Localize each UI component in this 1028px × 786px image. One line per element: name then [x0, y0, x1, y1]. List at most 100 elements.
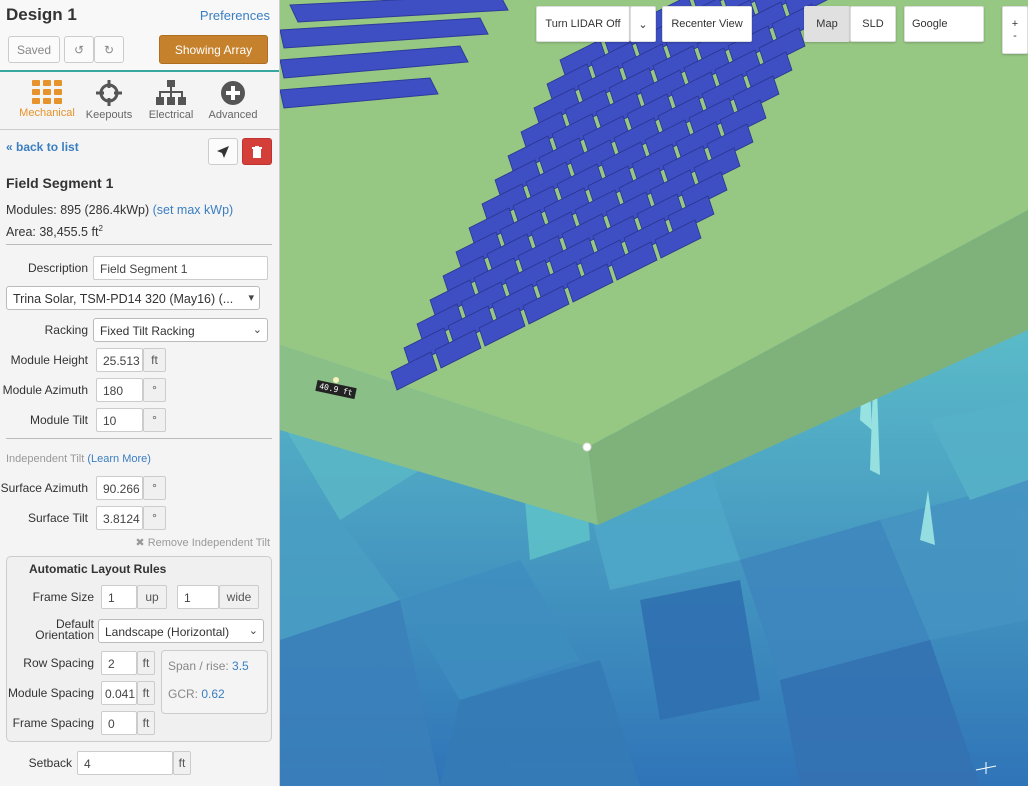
layout-rules-panel: Automatic Layout Rules Frame Size 1 up 1… — [6, 556, 272, 742]
redo-button[interactable]: ↻ — [94, 36, 124, 63]
design-sidebar: Design 1 Preferences Saved ↺ ↻ Showing A… — [0, 0, 280, 786]
module-type-select[interactable]: Trina Solar, TSM-PD14 320 (May16) (... ▾ — [6, 286, 260, 310]
module-height-input[interactable]: 25.513 — [96, 348, 143, 372]
surface-azimuth-input[interactable]: 90.266 — [96, 476, 143, 500]
degree-unit: ° — [143, 378, 166, 402]
setback-input[interactable]: 4 — [77, 751, 173, 775]
default-orientation-label: Default Orientation — [7, 618, 94, 642]
module-type-value: Trina Solar, TSM-PD14 320 (May16) (... — [13, 292, 234, 306]
surface-tilt-label: Surface Tilt — [27, 511, 88, 525]
redo-icon: ↻ — [103, 42, 115, 57]
vertex-handle[interactable] — [582, 442, 592, 452]
module-height-unit: ft — [143, 348, 166, 372]
app-root: 40.9 ft Turn LIDAR Off ⌄ Recenter View M… — [0, 0, 1028, 786]
surface-azimuth-label: Surface Azimuth — [0, 481, 88, 495]
delete-segment-button[interactable] — [242, 138, 272, 165]
modules-text: Modules: 895 (286.4kWp) — [6, 203, 150, 217]
row-spacing-input[interactable]: 2 — [101, 651, 137, 675]
tab-label: Advanced — [208, 109, 258, 121]
set-max-kwp-link[interactable]: (set max kWp) — [153, 203, 234, 217]
plus-circle-icon — [221, 81, 245, 105]
degree-unit: ° — [143, 476, 166, 500]
area-summary: Area: 38,455.5 ft2 — [6, 224, 103, 239]
gcr-value: 0.62 — [201, 687, 225, 701]
undo-icon: ↺ — [73, 42, 85, 57]
recenter-view-button[interactable]: Recenter View — [662, 6, 752, 42]
orientation-label-line2: Orientation — [35, 628, 94, 642]
racking-label: Racking — [44, 323, 88, 337]
module-azimuth-label: Module Azimuth — [2, 383, 88, 397]
frame-wide-input[interactable]: 1 — [177, 585, 219, 609]
sitemap-icon — [156, 80, 186, 105]
description-input[interactable]: Field Segment 1 — [93, 256, 268, 280]
sidebar-header: Design 1 Preferences Saved ↺ ↻ Showing A… — [0, 0, 279, 72]
area-text: Area: 38,455.5 ft — [6, 225, 99, 240]
tab-label: Electrical — [148, 109, 194, 121]
module-spacing-input[interactable]: 0.041 — [101, 681, 137, 705]
tab-keepouts[interactable]: Keepouts — [78, 72, 140, 129]
map-provider-select[interactable]: Google — [904, 6, 984, 42]
chevron-down-icon: ⌄ — [248, 625, 258, 637]
zoom-controls[interactable]: + - — [1002, 6, 1028, 54]
locate-button[interactable] — [208, 138, 238, 165]
grid-icon — [32, 80, 62, 104]
map-view-button[interactable]: Map — [804, 6, 850, 42]
back-to-list-link[interactable]: « back to list — [6, 140, 79, 154]
surface-tilt-input[interactable]: 3.8124 — [96, 506, 143, 530]
saved-button[interactable]: Saved — [8, 36, 60, 63]
frame-spacing-label: Frame Spacing — [12, 716, 94, 730]
modules-summary: Modules: 895 (286.4kWp) (set max kWp) — [6, 203, 233, 217]
area-unit-exponent: 2 — [98, 224, 103, 233]
undo-button[interactable]: ↺ — [64, 36, 94, 63]
orientation-value: Landscape (Horizontal) — [105, 625, 230, 639]
trash-icon — [252, 145, 262, 158]
zoom-out-button[interactable]: - — [1013, 30, 1017, 42]
setback-unit: ft — [173, 751, 191, 775]
module-tilt-label: Module Tilt — [29, 413, 88, 427]
frame-spacing-input[interactable]: 0 — [101, 711, 137, 735]
caret-down-icon: ▾ — [248, 292, 254, 304]
learn-more-link[interactable]: (Learn More) — [87, 453, 151, 465]
tab-advanced[interactable]: Advanced — [202, 72, 264, 129]
module-spacing-label: Module Spacing — [7, 686, 94, 700]
ft-unit: ft — [137, 681, 155, 705]
ft-unit: ft — [137, 711, 155, 735]
design-title[interactable]: Design 1 — [6, 5, 77, 25]
crosshair-icon — [96, 80, 122, 106]
frame-up-input[interactable]: 1 — [101, 585, 137, 609]
location-arrow-icon — [217, 145, 229, 158]
module-height-label: Module Height — [10, 353, 88, 367]
racking-select[interactable]: Fixed Tilt Racking ⌄ — [93, 318, 268, 342]
description-label: Description — [27, 261, 88, 275]
preferences-link[interactable]: Preferences — [200, 8, 270, 23]
frame-wide-unit: wide — [219, 585, 259, 609]
showing-array-button[interactable]: Showing Array — [159, 35, 268, 64]
module-azimuth-input[interactable]: 180 — [96, 378, 143, 402]
span-rise-label: Span / rise: — [168, 659, 229, 673]
tab-mechanical[interactable]: Mechanical — [16, 72, 78, 129]
terrain-3d-view[interactable] — [280, 0, 1028, 786]
orientation-select[interactable]: Landscape (Horizontal) ⌄ — [98, 619, 264, 643]
lidar-dropdown-button[interactable]: ⌄ — [630, 6, 656, 42]
zoom-in-button[interactable]: + — [1012, 18, 1018, 30]
ft-unit: ft — [137, 651, 155, 675]
chevron-down-icon: ⌄ — [252, 324, 262, 336]
remove-independent-tilt-link[interactable]: ✖ Remove Independent Tilt — [135, 536, 270, 549]
header-divider — [0, 70, 279, 72]
sld-view-button[interactable]: SLD — [850, 6, 896, 42]
independent-tilt-text: Independent Tilt — [6, 453, 85, 465]
tab-electrical[interactable]: Electrical — [140, 72, 202, 129]
segment-nav: « back to list — [0, 130, 279, 174]
span-gcr-box: Span / rise: 3.5 GCR: 0.62 — [161, 650, 268, 714]
measure-point[interactable] — [333, 377, 339, 383]
divider — [6, 438, 272, 439]
lidar-toggle-button[interactable]: Turn LIDAR Off — [536, 6, 630, 42]
tab-label: Keepouts — [85, 109, 133, 121]
mode-tabs: Mechanical Keepouts Electrical Advanced — [0, 72, 279, 130]
span-rise-readout: Span / rise: 3.5 — [168, 659, 249, 673]
setback-label: Setback — [28, 756, 72, 770]
independent-tilt-heading: Independent Tilt (Learn More) — [6, 453, 151, 465]
gcr-readout: GCR: 0.62 — [168, 687, 225, 701]
map-viewport[interactable] — [280, 0, 1028, 786]
module-tilt-input[interactable]: 10 — [96, 408, 143, 432]
